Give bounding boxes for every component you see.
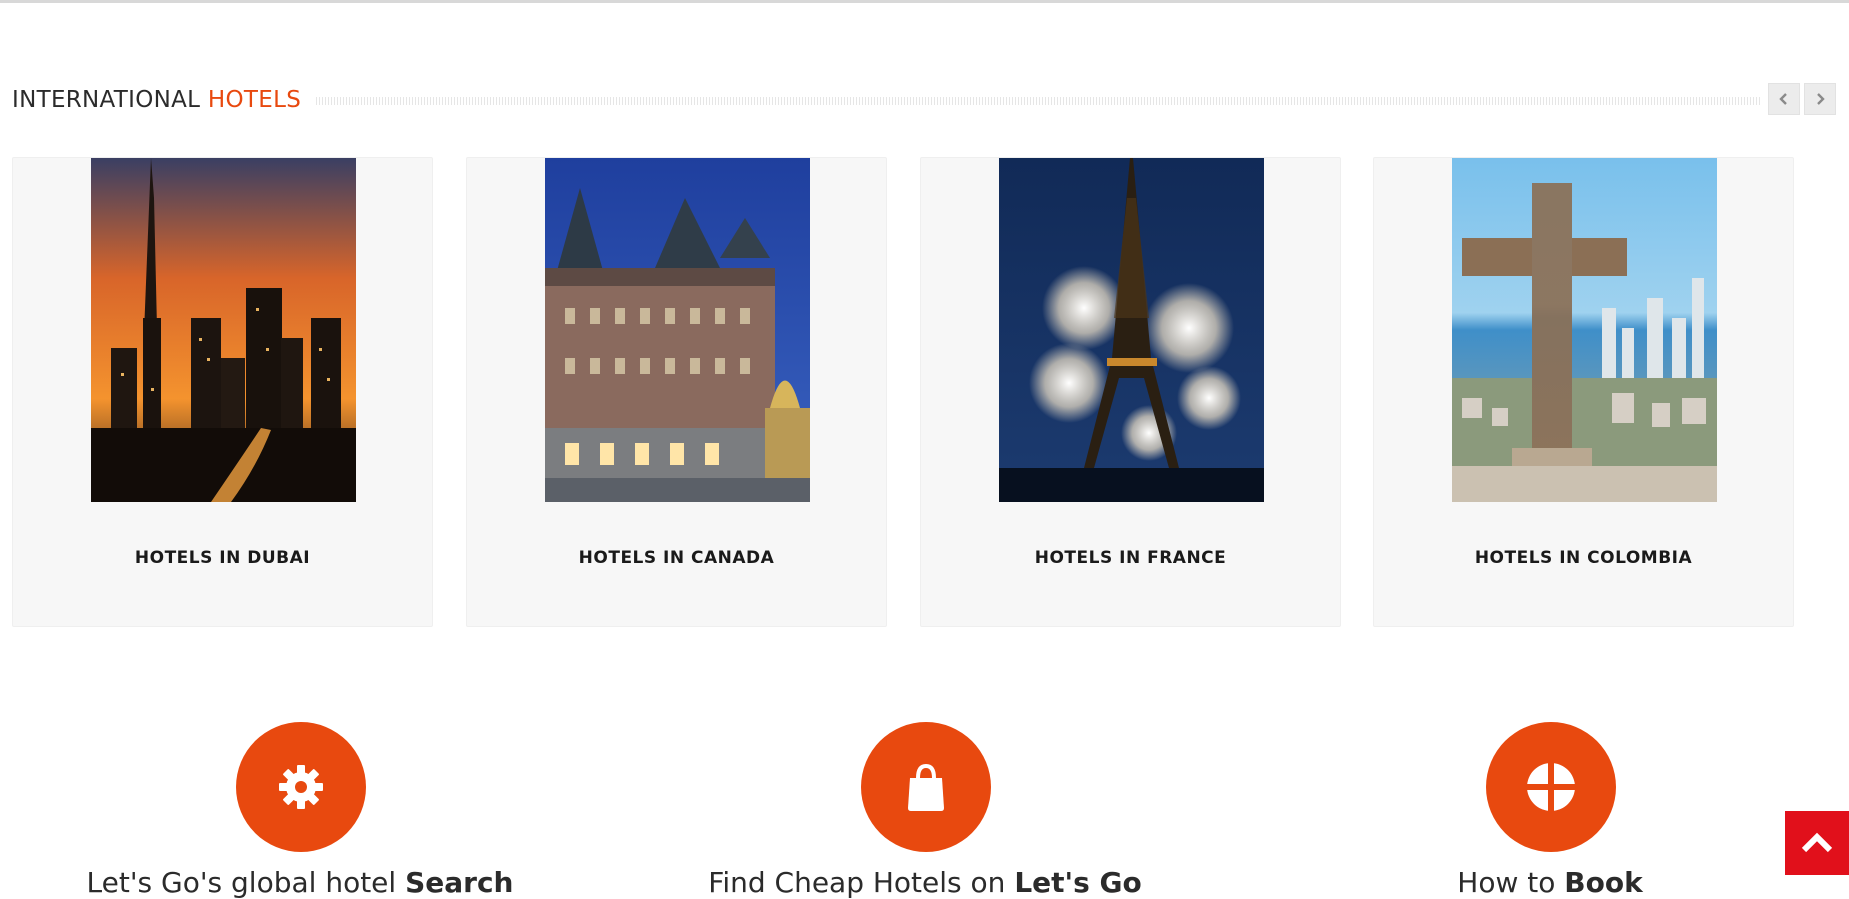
dubai-image[interactable] xyxy=(91,158,356,502)
top-divider xyxy=(0,0,1849,3)
section-title-prefix: INTERNATIONAL xyxy=(12,87,201,113)
hotel-card-colombia[interactable]: HOTELS IN COLOMBIA xyxy=(1373,157,1794,627)
chevron-up-icon xyxy=(1801,832,1833,853)
hotel-card-dubai[interactable]: HOTELS IN DUBAI xyxy=(12,157,433,627)
feature-cheap-hotels-prefix: Find Cheap Hotels on xyxy=(708,866,1015,899)
france-image[interactable] xyxy=(999,158,1264,502)
feature-search-text: Let's Go's global hotel Search xyxy=(40,866,560,899)
feature-cheap-hotels-bold: Let's Go xyxy=(1014,866,1142,899)
scroll-to-top-button[interactable] xyxy=(1785,811,1849,875)
colombia-image[interactable] xyxy=(1452,158,1717,502)
section-title-highlight: HOTELS xyxy=(207,87,302,113)
carousel-next-button[interactable] xyxy=(1804,83,1836,115)
title-decorative-rule xyxy=(316,97,1762,105)
card-label[interactable]: HOTELS IN FRANCE xyxy=(921,548,1340,568)
feature-how-to-book-text: How to Book xyxy=(1290,866,1810,899)
international-hotels-header: INTERNATIONAL HOTELS xyxy=(12,80,1838,120)
feature-how-to-book-circle[interactable] xyxy=(1486,722,1616,852)
hotel-card-france[interactable]: HOTELS IN FRANCE xyxy=(920,157,1341,627)
feature-how-to-book-bold: Book xyxy=(1564,866,1643,899)
feature-cheap-hotels-text: Find Cheap Hotels on Let's Go xyxy=(665,866,1185,899)
feature-search-bold: Search xyxy=(405,866,514,899)
canada-image[interactable] xyxy=(545,158,810,502)
section-title: INTERNATIONAL HOTELS xyxy=(12,80,301,120)
carousel-prev-button[interactable] xyxy=(1768,83,1800,115)
card-label[interactable]: HOTELS IN COLOMBIA xyxy=(1374,548,1793,568)
hotel-card-canada[interactable]: HOTELS IN CANADA xyxy=(466,157,887,627)
gear-icon xyxy=(279,765,323,809)
card-label[interactable]: HOTELS IN CANADA xyxy=(467,548,886,568)
feature-how-to-book-prefix: How to xyxy=(1457,866,1565,899)
feature-search-circle[interactable] xyxy=(236,722,366,852)
card-label[interactable]: HOTELS IN DUBAI xyxy=(13,548,432,568)
shopping-bag-icon xyxy=(908,763,944,811)
feature-search-prefix: Let's Go's global hotel xyxy=(86,866,406,899)
feature-cheap-hotels-circle[interactable] xyxy=(861,722,991,852)
chevron-right-icon xyxy=(1817,93,1825,105)
chevron-left-icon xyxy=(1779,93,1787,105)
grid-circle-icon xyxy=(1526,762,1576,812)
